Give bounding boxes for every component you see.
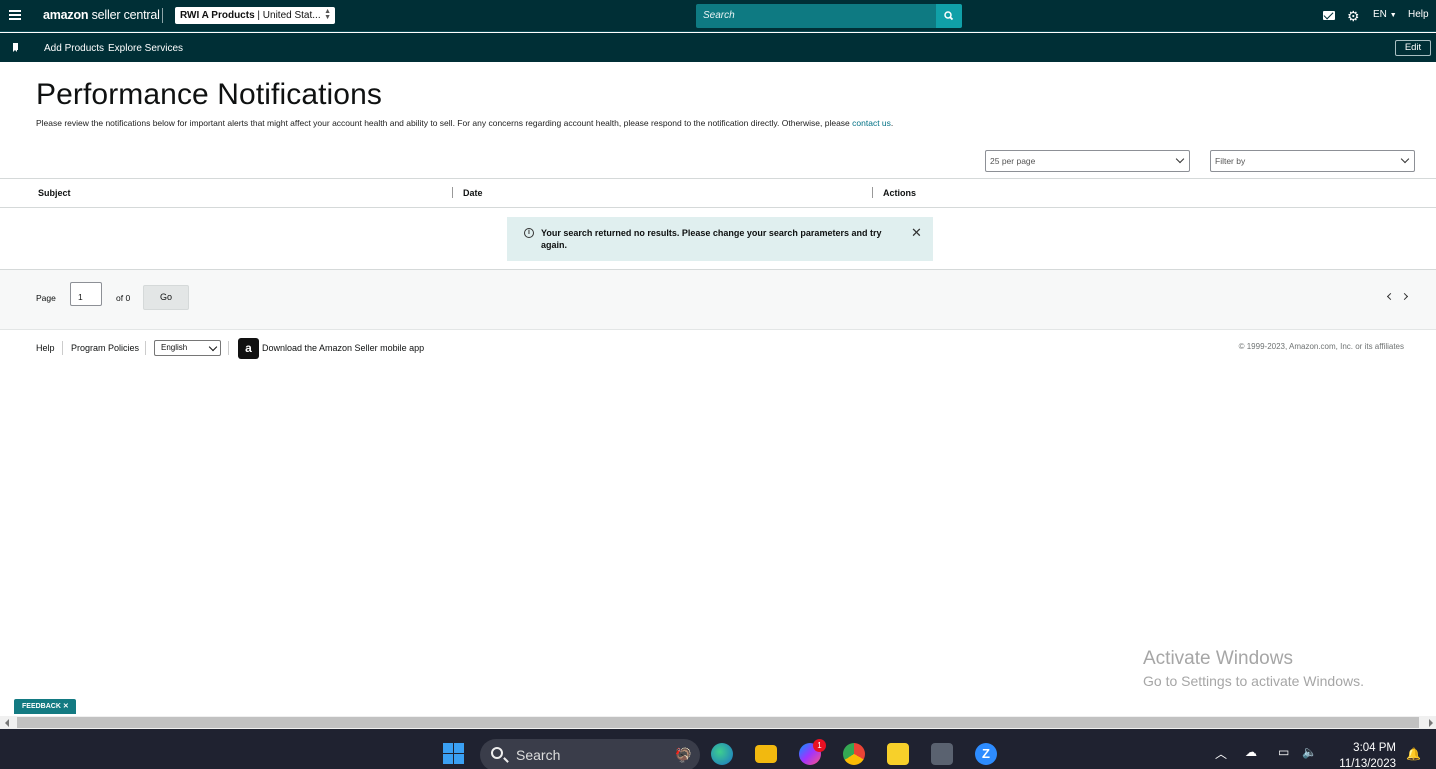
page-total: of 0 bbox=[116, 293, 131, 303]
notification-badge: 1 bbox=[813, 739, 826, 752]
windows-start-icon[interactable] bbox=[443, 743, 465, 765]
footer-program-policies-link[interactable]: Program Policies bbox=[71, 343, 139, 353]
info-icon: i bbox=[524, 228, 534, 238]
volume-icon[interactable]: 🔈 bbox=[1302, 745, 1317, 759]
footer-help-link[interactable]: Help bbox=[36, 343, 55, 353]
footer-divider bbox=[228, 341, 229, 355]
footer-divider bbox=[62, 341, 63, 355]
copyright-text: © 1999-2023, Amazon.com, Inc. or its aff… bbox=[1238, 342, 1404, 351]
updown-icon: ▲ ▼ bbox=[324, 8, 331, 21]
clock-time: 3:04 PM bbox=[1353, 742, 1396, 754]
scrollbar-thumb[interactable] bbox=[17, 717, 1419, 728]
caret-down-icon: ▼ bbox=[1389, 12, 1397, 19]
taskbar-clock[interactable]: 3:04 PM 11/13/2023 bbox=[1339, 740, 1396, 769]
per-page-select[interactable]: 25 per page bbox=[985, 150, 1190, 172]
footer-language-value: English bbox=[161, 343, 188, 352]
column-actions: Actions bbox=[883, 188, 917, 198]
chevron-right-icon[interactable] bbox=[1400, 292, 1409, 301]
edit-button[interactable]: Edit bbox=[1395, 40, 1431, 56]
footer-divider bbox=[145, 341, 146, 355]
sticky-notes-icon[interactable] bbox=[887, 743, 909, 765]
column-divider bbox=[872, 187, 873, 198]
clock-date: 11/13/2023 bbox=[1339, 758, 1396, 769]
chevron-down-icon bbox=[208, 342, 218, 352]
bookmark-icon[interactable] bbox=[13, 43, 18, 52]
search-icon bbox=[944, 11, 954, 21]
mail-icon[interactable] bbox=[1323, 11, 1335, 20]
menu-icon[interactable] bbox=[9, 10, 21, 21]
seller-central-logo[interactable]: amazon seller central bbox=[43, 8, 160, 22]
account-name: RWI A Products bbox=[180, 10, 255, 21]
help-link[interactable]: Help bbox=[1408, 9, 1429, 20]
seller-central-app: amazon seller central RWI A Products | U… bbox=[0, 0, 1436, 769]
feedback-tab[interactable]: FEEDBACK ✕ bbox=[14, 699, 76, 714]
notifications-table: Subject Date Actions i Your search retur… bbox=[0, 178, 1436, 270]
column-divider bbox=[452, 187, 453, 198]
go-button[interactable]: Go bbox=[143, 285, 189, 310]
alert-message: Your search returned no results. Please … bbox=[541, 228, 882, 250]
page-description: Please review the notifications below fo… bbox=[36, 118, 893, 128]
account-region: | United Stat... bbox=[257, 10, 321, 21]
filter-select[interactable]: Filter by bbox=[1210, 150, 1415, 172]
page-label: Page bbox=[36, 293, 56, 303]
chrome-icon[interactable] bbox=[843, 743, 865, 765]
scroll-left-icon[interactable] bbox=[5, 719, 9, 727]
close-icon[interactable]: ✕ bbox=[911, 225, 922, 241]
edge-browser-icon[interactable] bbox=[711, 743, 733, 765]
scroll-right-icon[interactable] bbox=[1429, 719, 1433, 727]
sub-navigation: Add Products Explore Services Edit bbox=[0, 33, 1436, 62]
nav-explore-services[interactable]: Explore Services bbox=[108, 43, 183, 54]
amazon-app-icon[interactable]: a bbox=[238, 338, 259, 359]
activate-subtitle: Go to Settings to activate Windows. bbox=[1143, 673, 1364, 689]
page-title: Performance Notifications bbox=[36, 78, 382, 111]
search-icon bbox=[491, 747, 503, 759]
language-selector[interactable]: EN ▼ bbox=[1373, 9, 1397, 20]
feedback-label: FEEDBACK bbox=[22, 703, 61, 710]
per-page-value: 25 per page bbox=[990, 156, 1036, 166]
network-icon[interactable]: ▭ bbox=[1278, 745, 1289, 759]
download-app-link[interactable]: Download the Amazon Seller mobile app bbox=[262, 343, 424, 353]
filter-placeholder: Filter by bbox=[1215, 156, 1246, 166]
language-label: EN bbox=[1373, 9, 1387, 20]
onedrive-icon[interactable]: ☁ bbox=[1245, 745, 1257, 759]
nav-add-products[interactable]: Add Products bbox=[44, 43, 104, 54]
zoom-icon[interactable]: Z bbox=[975, 743, 997, 765]
taskbar-search[interactable]: Search 🦃 bbox=[480, 739, 700, 769]
page-number-input[interactable] bbox=[70, 282, 102, 306]
file-explorer-icon[interactable] bbox=[755, 745, 777, 763]
pagination-bar: Page of 0 Go bbox=[0, 270, 1436, 330]
account-switcher[interactable]: RWI A Products | United Stat... ▲ ▼ bbox=[175, 7, 335, 24]
search-input[interactable]: Search bbox=[696, 4, 936, 28]
horizontal-scrollbar[interactable] bbox=[0, 716, 1436, 729]
no-results-alert: i Your search returned no results. Pleas… bbox=[507, 217, 933, 261]
bell-icon[interactable]: 🔔 bbox=[1406, 747, 1421, 761]
chevron-up-icon[interactable]: ︿ bbox=[1215, 745, 1227, 762]
close-icon[interactable]: ✕ bbox=[63, 703, 69, 710]
description-text: Please review the notifications below fo… bbox=[36, 118, 850, 128]
logo-brand: amazon bbox=[43, 8, 89, 22]
logo-product: seller central bbox=[91, 8, 160, 22]
contact-us-link[interactable]: contact us bbox=[852, 118, 891, 128]
chevron-left-icon[interactable] bbox=[1386, 292, 1395, 301]
logo-divider bbox=[162, 8, 163, 23]
top-bar: amazon seller central RWI A Products | U… bbox=[0, 0, 1436, 32]
description-end: . bbox=[890, 118, 894, 128]
taskbar-search-label: Search bbox=[516, 747, 561, 763]
activate-title: Activate Windows bbox=[1143, 648, 1293, 669]
chevron-down-icon bbox=[1175, 154, 1185, 164]
gear-icon[interactable]: ⚙ bbox=[1347, 9, 1361, 23]
calculator-icon[interactable] bbox=[931, 743, 953, 765]
activate-windows-watermark: Activate Windows Go to Settings to activ… bbox=[1143, 648, 1364, 689]
column-date[interactable]: Date bbox=[463, 188, 483, 198]
search-button[interactable] bbox=[936, 4, 962, 28]
thanksgiving-widget-icon: 🦃 bbox=[674, 747, 692, 763]
column-subject[interactable]: Subject bbox=[38, 188, 71, 198]
table-header: Subject Date Actions bbox=[0, 179, 1436, 208]
chevron-down-icon bbox=[1400, 154, 1410, 164]
footer-language-select[interactable]: English bbox=[154, 340, 221, 356]
